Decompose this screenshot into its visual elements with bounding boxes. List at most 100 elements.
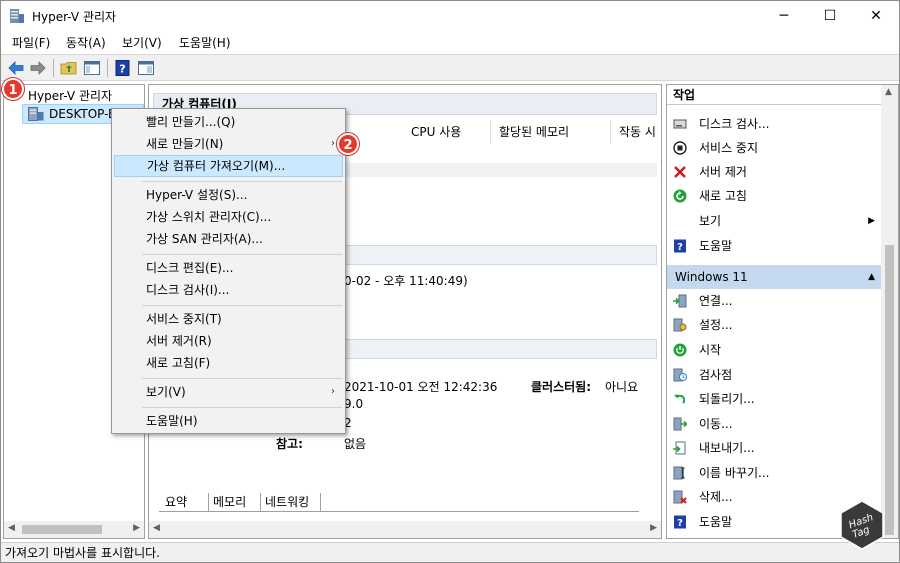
tab-networking[interactable]: 네트워킹	[261, 493, 321, 511]
action-label: 새로 고침	[699, 189, 747, 203]
action-label: 삭제...	[699, 490, 733, 504]
menu-item-new[interactable]: 새로 만들기(N) ›	[114, 133, 343, 155]
help-icon: ?	[674, 239, 686, 253]
menu-item-stop-service[interactable]: 서비스 중지(T)	[114, 308, 343, 330]
menu-item-remove-server[interactable]: 서버 제거(R)	[114, 330, 343, 352]
scroll-right-arrow-icon[interactable]: ▶	[133, 523, 140, 533]
action-label: 디스크 검사...	[699, 117, 770, 131]
notes-value: 없음	[344, 437, 367, 451]
start-icon	[673, 343, 687, 357]
step-badge-2: 2	[337, 133, 359, 155]
menu-separator	[142, 305, 342, 306]
action-settings[interactable]: 설정...	[667, 314, 881, 336]
menu-item-virtual-switch-manager[interactable]: 가상 스위치 관리자(C)...	[114, 206, 343, 228]
tab-summary[interactable]: 요약	[161, 493, 209, 511]
forward-arrow-icon[interactable]	[29, 59, 47, 77]
scrollbar-thumb[interactable]	[885, 245, 894, 535]
tab-memory[interactable]: 메모리	[209, 493, 261, 511]
menu-help[interactable]: 도움말(H)	[179, 34, 231, 51]
menu-item-import-vm[interactable]: 가상 컴퓨터 가져오기(M)...	[114, 155, 343, 177]
center-horizontal-scrollbar[interactable]: ◀ ▶	[149, 521, 661, 538]
action-refresh[interactable]: 새로 고침	[667, 185, 881, 207]
connect-icon	[673, 294, 687, 308]
rename-icon	[673, 466, 685, 480]
export-icon	[673, 441, 686, 455]
scroll-left-arrow-icon[interactable]: ◀	[153, 523, 160, 533]
action-remove-server[interactable]: 서버 제거	[667, 161, 881, 183]
action-rename[interactable]: 이름 바꾸기...	[667, 462, 881, 484]
folder-up-icon[interactable]	[60, 59, 78, 77]
column-uptime[interactable]: 작동 시	[613, 120, 659, 144]
column-assigned-memory[interactable]: 할당된 메모리	[493, 120, 611, 144]
toolbar-separator	[53, 59, 54, 77]
collapse-arrow-icon[interactable]: ▲	[868, 265, 875, 289]
action-label: 시작	[699, 343, 722, 357]
action-label: 되돌리기...	[699, 392, 755, 406]
svg-text:?: ?	[119, 63, 125, 76]
action-label: 이동...	[699, 417, 733, 431]
title-bar[interactable]: Hyper-V 관리자 ─ ☐ ✕	[1, 1, 899, 31]
menu-view[interactable]: 보기(V)	[122, 34, 162, 51]
menu-item-view[interactable]: 보기(V) ›	[114, 381, 343, 403]
action-disk-inspect[interactable]: 디스크 검사...	[667, 113, 881, 135]
action-label: 서비스 중지	[699, 141, 759, 155]
menu-separator	[142, 378, 342, 379]
action-help[interactable]: ? 도움말	[667, 235, 881, 257]
scroll-up-arrow-icon[interactable]: ▲	[885, 87, 892, 97]
toolbar: ?	[1, 54, 899, 81]
menu-file[interactable]: 파일(F)	[12, 34, 50, 51]
toolbar-separator	[107, 59, 108, 77]
action-label: 보기	[699, 214, 722, 228]
minimize-button[interactable]: ─	[761, 1, 807, 31]
maximize-button[interactable]: ☐	[807, 1, 853, 31]
action-label: 내보내기...	[699, 441, 755, 455]
action-connect[interactable]: 연결...	[667, 290, 881, 312]
column-cpu-usage[interactable]: CPU 사용	[405, 120, 491, 144]
menu-item-hyperv-settings[interactable]: Hyper-V 설정(S)...	[114, 184, 343, 206]
action-label: 도움말	[699, 515, 733, 529]
menu-item-inspect-disk[interactable]: 디스크 검사(I)...	[114, 279, 343, 301]
scroll-right-arrow-icon[interactable]: ▶	[650, 523, 657, 533]
action-export[interactable]: 내보내기...	[667, 437, 881, 459]
hyperv-app-icon	[10, 9, 24, 23]
menu-item-help[interactable]: 도움말(H)	[114, 410, 343, 432]
menu-bar: 파일(F) 동작(A) 보기(V) 도움말(H)	[1, 31, 899, 53]
action-label: 검사점	[699, 368, 733, 382]
show-hide-action-pane-icon[interactable]	[137, 59, 155, 77]
hashtag-watermark-logo: Hash Tag	[840, 500, 884, 550]
svg-text:?: ?	[677, 242, 683, 253]
menu-action[interactable]: 동작(A)	[66, 34, 106, 51]
menu-item-quick-create[interactable]: 빨리 만들기...(Q)	[114, 111, 343, 133]
help-icon[interactable]: ?	[114, 59, 132, 77]
action-checkpoint[interactable]: 검사점	[667, 364, 881, 386]
tree-horizontal-scrollbar[interactable]: ◀ ▶	[4, 521, 144, 538]
checkpoint-time-text: 0-02 - 오후 11:40:49)	[344, 274, 468, 288]
move-icon	[673, 417, 687, 431]
action-revert[interactable]: 되돌리기...	[667, 388, 881, 410]
menu-item-virtual-san-manager[interactable]: 가상 SAN 관리자(A)...	[114, 228, 343, 250]
show-hide-tree-icon[interactable]	[83, 59, 101, 77]
action-view[interactable]: 보기 ▶	[667, 210, 881, 232]
back-arrow-icon[interactable]	[7, 59, 25, 77]
close-button[interactable]: ✕	[853, 1, 899, 31]
status-bar: 가져오기 마법사를 표시합니다.	[1, 542, 899, 562]
vm-group-header[interactable]: Windows 11 ▲	[667, 265, 881, 289]
vm-group-label: Windows 11	[675, 270, 748, 284]
scrollbar-thumb[interactable]	[22, 525, 102, 534]
menu-item-refresh[interactable]: 새로 고침(F)	[114, 352, 343, 374]
scroll-left-arrow-icon[interactable]: ◀	[8, 523, 15, 533]
stop-icon	[673, 141, 687, 155]
settings-icon	[673, 318, 687, 332]
step-badge-1: 1	[2, 78, 24, 100]
action-stop-service[interactable]: 서비스 중지	[667, 137, 881, 159]
action-label: 연결...	[699, 294, 733, 308]
help-icon: ?	[674, 515, 686, 529]
action-label: 이름 바꾸기...	[699, 466, 770, 480]
action-start[interactable]: 시작	[667, 339, 881, 361]
action-move[interactable]: 이동...	[667, 413, 881, 435]
menu-item-edit-disk[interactable]: 디스크 편집(E)...	[114, 257, 343, 279]
clustered-value: 아니요	[605, 380, 639, 394]
tree-root-hyperv-manager[interactable]: Hyper-V 관리자	[8, 87, 144, 105]
svg-text:?: ?	[677, 518, 683, 529]
action-vertical-scrollbar[interactable]: ▲	[881, 85, 898, 538]
